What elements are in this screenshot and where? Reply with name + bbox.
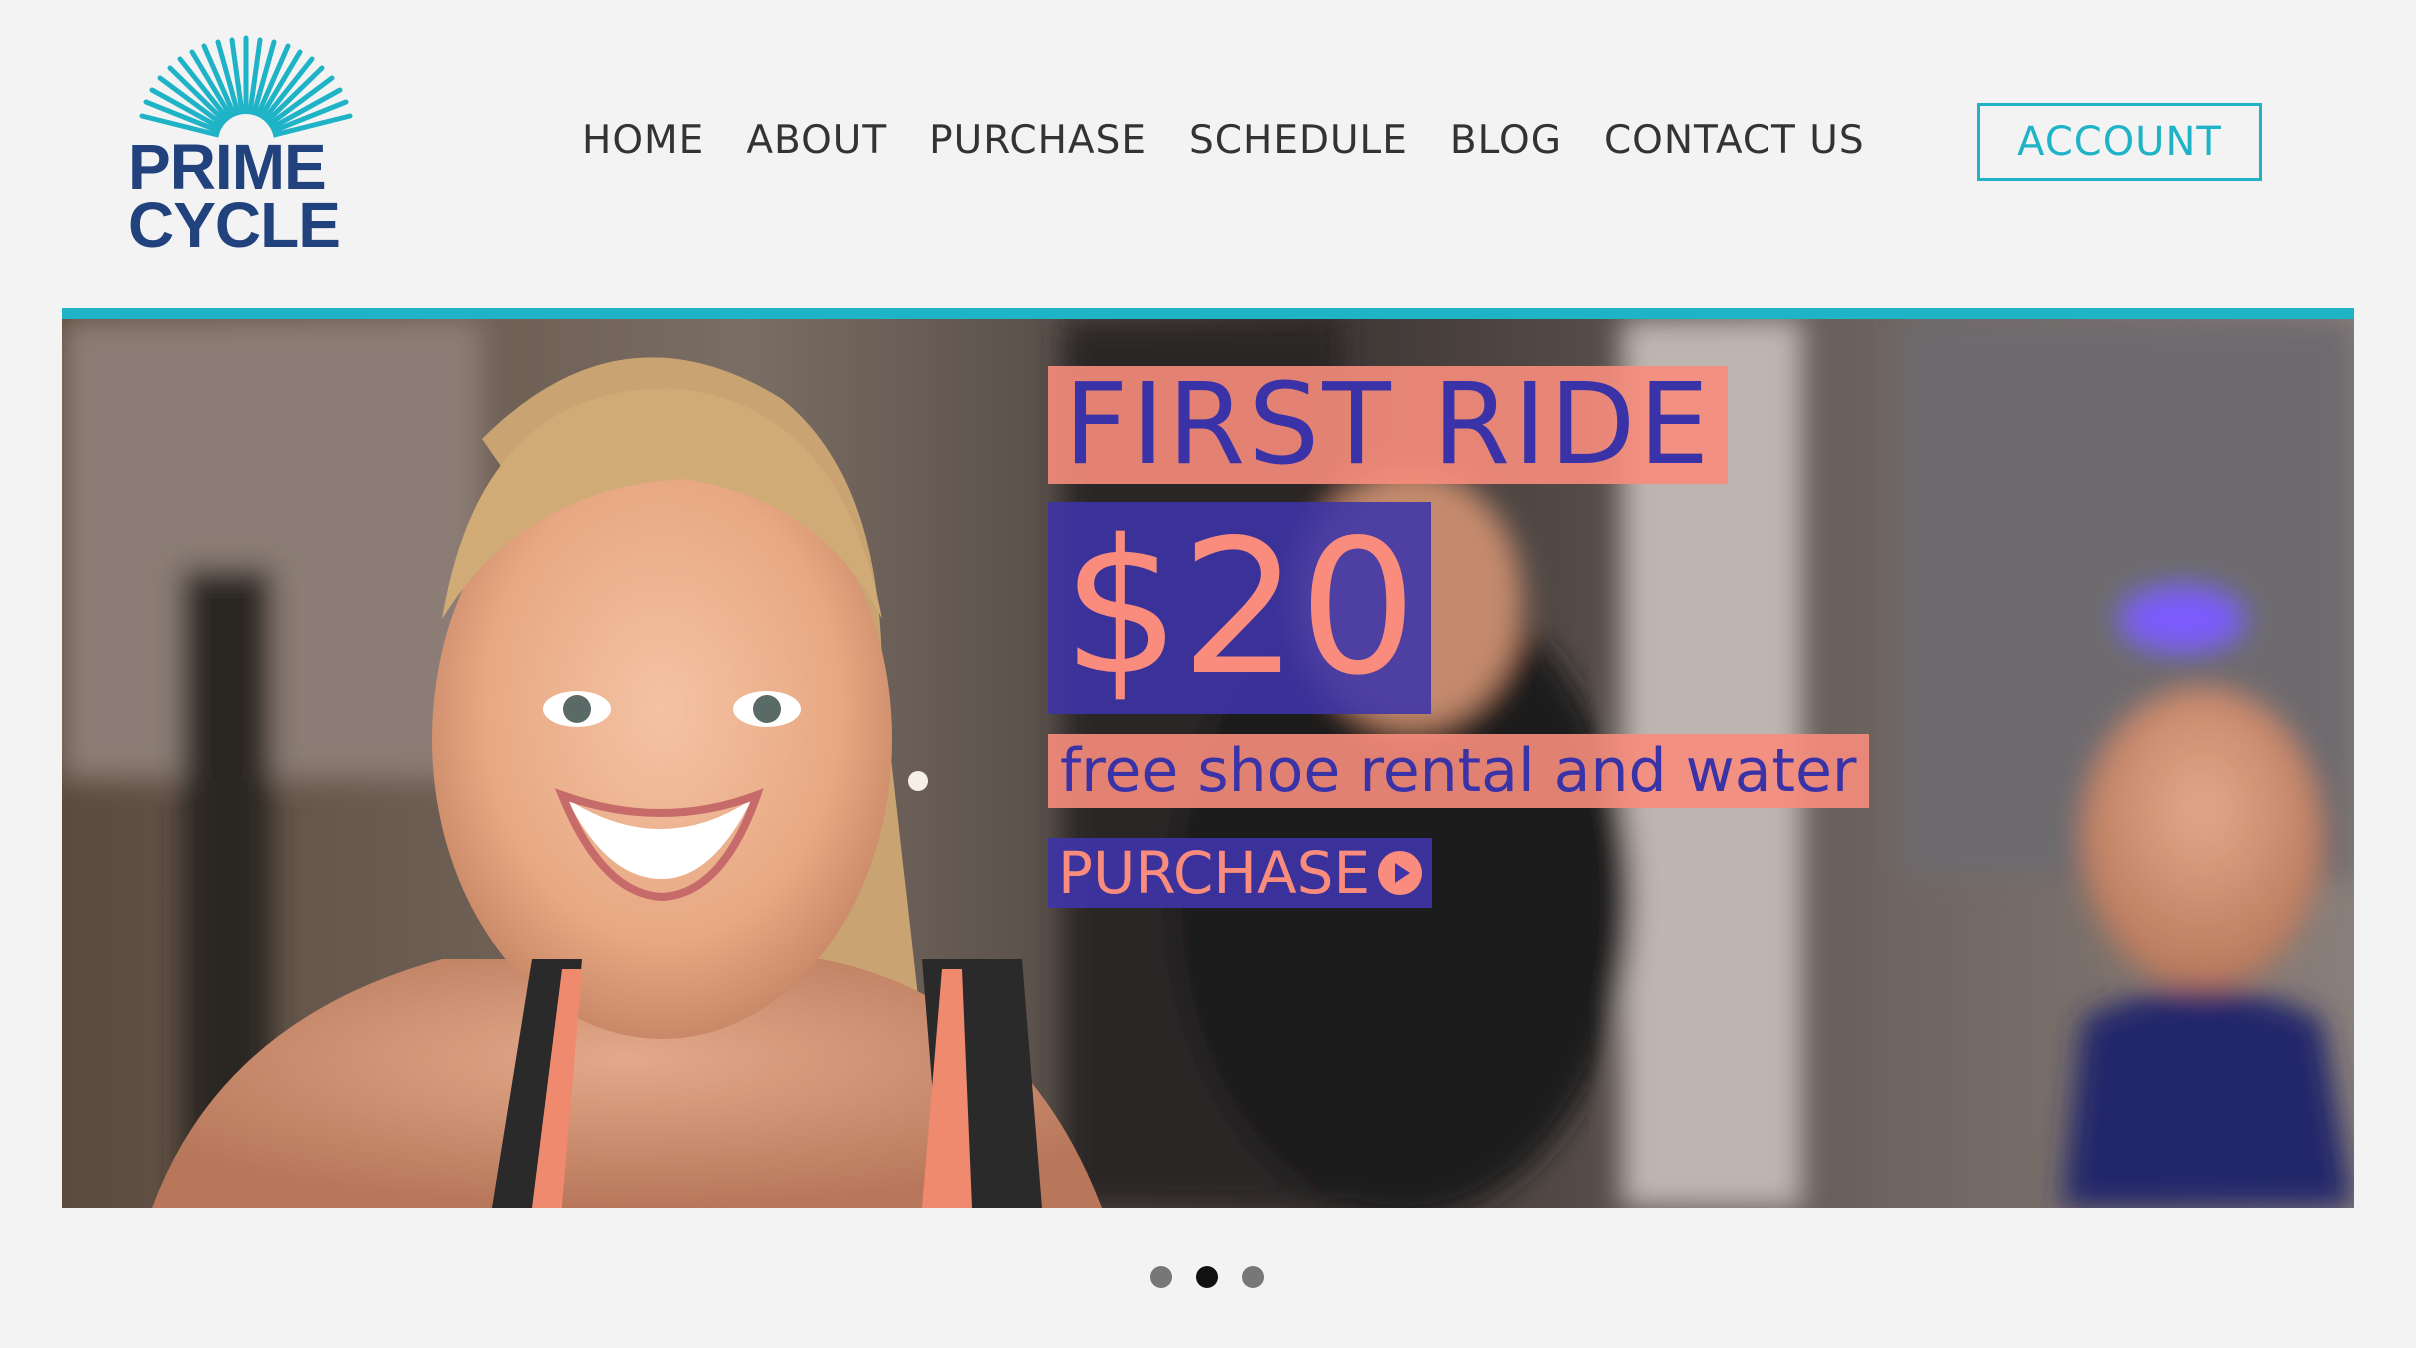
promo-purchase-label: PURCHASE — [1058, 839, 1371, 907]
carousel-dot-3[interactable] — [1242, 1266, 1264, 1288]
site-logo[interactable]: PRIME CYCLE — [126, 30, 366, 270]
nav-purchase[interactable]: PURCHASE — [929, 118, 1147, 163]
nav-contact-us[interactable]: CONTACT US — [1604, 118, 1865, 163]
nav-home[interactable]: HOME — [582, 118, 704, 163]
account-button[interactable]: ACCOUNT — [1977, 103, 2262, 181]
nav-schedule[interactable]: SCHEDULE — [1189, 118, 1408, 163]
promo-purchase-button[interactable]: PURCHASE — [1048, 838, 1433, 908]
carousel-dot-1[interactable] — [1150, 1266, 1172, 1288]
promo-price: $20 — [1048, 502, 1432, 714]
logo-line-2: CYCLE — [128, 189, 341, 261]
main-nav: HOME ABOUT PURCHASE SCHEDULE BLOG CONTAC… — [582, 112, 1865, 168]
nav-blog[interactable]: BLOG — [1450, 118, 1562, 163]
logo-line-1: PRIME — [128, 131, 327, 203]
nav-about[interactable]: ABOUT — [746, 118, 887, 163]
carousel-dot-2[interactable] — [1196, 1266, 1218, 1288]
promo-headline: FIRST RIDE — [1048, 366, 1729, 484]
promo-tagline: free shoe rental and water — [1048, 734, 1869, 808]
hero-banner: FIRST RIDE $20 free shoe rental and wate… — [62, 308, 2354, 1208]
hero-accent-bar — [62, 308, 2354, 319]
carousel-dots — [1150, 1266, 1264, 1288]
play-circle-icon — [1378, 851, 1423, 895]
logo-wordmark: PRIME CYCLE — [128, 131, 341, 261]
